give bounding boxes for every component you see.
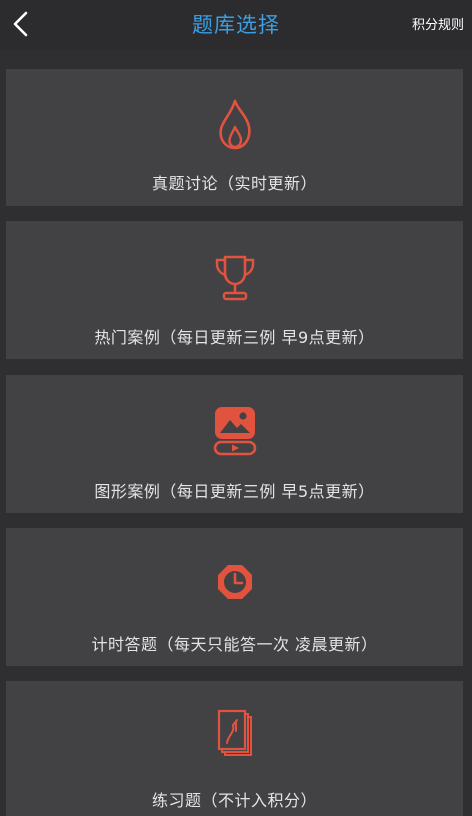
page-title: 题库选择 — [192, 13, 280, 37]
card-label: 热门案例（每日更新三例 早9点更新） — [94, 328, 375, 347]
image-video-icon — [213, 407, 256, 456]
card-label: 图形案例（每日更新三例 早5点更新） — [94, 482, 375, 501]
points-rules-link[interactable]: 积分规则 — [412, 14, 464, 33]
top-bar: 题库选择 积分规则 — [0, 0, 472, 50]
card-label: 真题讨论（实时更新） — [151, 174, 317, 193]
card-graphic-cases[interactable]: 图形案例（每日更新三例 早5点更新） — [6, 375, 463, 513]
document-stack-icon — [217, 709, 252, 756]
card-timed-quiz[interactable]: 计时答题（每天只能答一次 凌晨更新） — [6, 528, 463, 666]
trophy-icon — [215, 255, 254, 301]
flame-icon — [218, 99, 251, 150]
card-practice-questions[interactable]: 练习题（不计入积分） — [6, 681, 463, 816]
card-real-exam-discussion[interactable]: 真题讨论（实时更新） — [6, 69, 463, 206]
page: 题库选择 积分规则 真题讨论（实时更新） 热门案例（每日更新三例 早9点更新） — [0, 0, 472, 816]
clock-icon — [217, 565, 252, 599]
card-label: 练习题（不计入积分） — [151, 791, 317, 810]
card-label: 计时答题（每天只能答一次 凌晨更新） — [91, 635, 378, 654]
card-hot-cases[interactable]: 热门案例（每日更新三例 早9点更新） — [6, 221, 463, 359]
